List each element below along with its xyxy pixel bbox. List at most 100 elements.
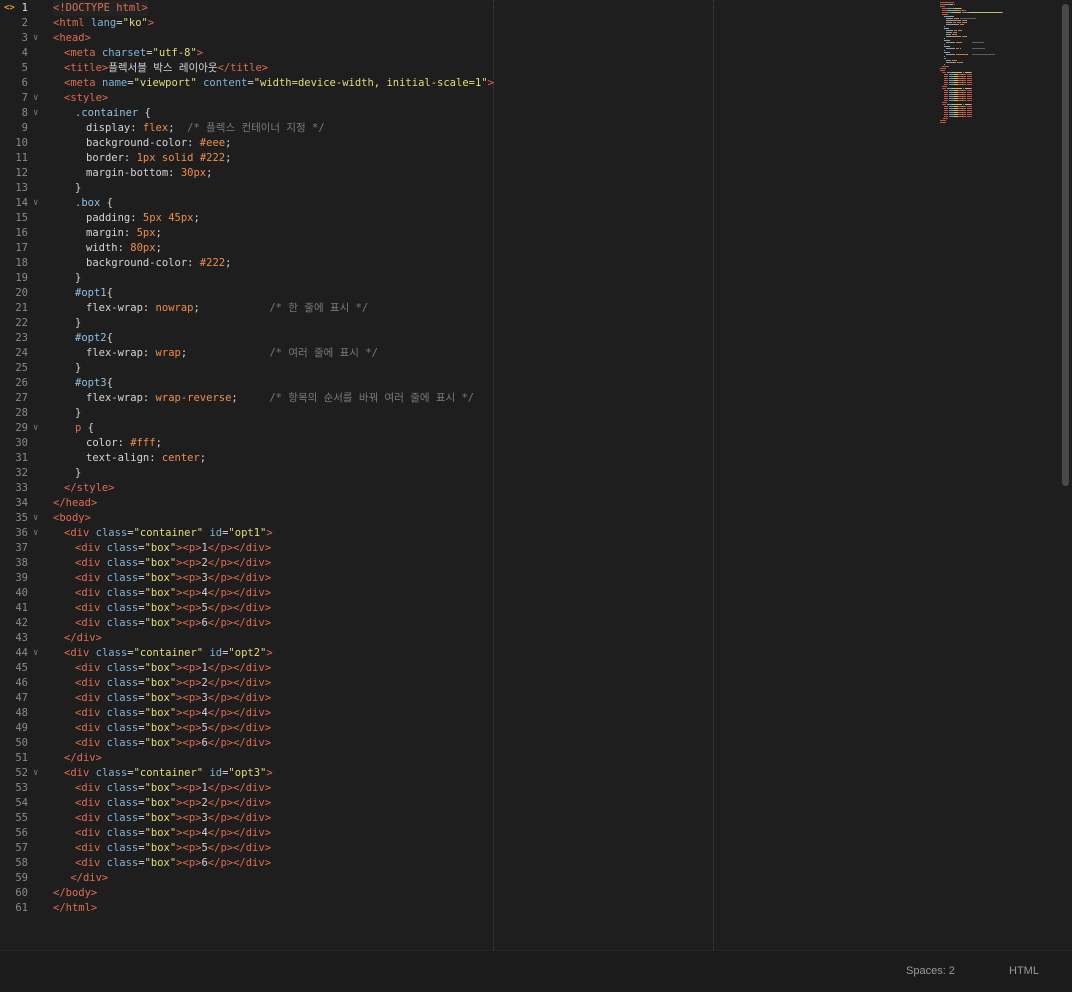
- code-line[interactable]: }: [53, 181, 81, 196]
- code-line[interactable]: <div class="box"><p>4</p></div>: [53, 586, 271, 601]
- code-line[interactable]: <div class="box"><p>3</p></div>: [53, 571, 271, 586]
- code-line[interactable]: </div>: [53, 751, 102, 766]
- code-line[interactable]: <div class="container" id="opt2">: [53, 646, 273, 661]
- code-token: </html>: [53, 902, 98, 914]
- fold-chevron-icon[interactable]: ∨: [33, 421, 38, 436]
- code-line[interactable]: </body>: [53, 886, 97, 901]
- code-token: #opt1: [75, 287, 107, 299]
- code-line[interactable]: flex-wrap: wrap-reverse; /* 항목의 순서를 바꿔 여…: [53, 391, 474, 406]
- code-line[interactable]: </html>: [53, 901, 97, 916]
- code-line[interactable]: padding: 5px 45px;: [53, 211, 200, 226]
- code-line[interactable]: <div class="box"><p>2</p></div>: [53, 676, 271, 691]
- code-token: <div: [75, 572, 101, 584]
- code-line[interactable]: <div class="box"><p>1</p></div>: [53, 541, 271, 556]
- code-line[interactable]: <div class="box"><p>4</p></div>: [53, 826, 271, 841]
- code-line[interactable]: }: [53, 466, 81, 481]
- code-line[interactable]: <div class="box"><p>1</p></div>: [53, 781, 271, 796]
- indentation-status[interactable]: Spaces: 2: [906, 965, 955, 977]
- fold-chevron-icon[interactable]: ∨: [33, 106, 38, 121]
- code-line[interactable]: <div class="box"><p>3</p></div>: [53, 811, 271, 826]
- line-number: 13: [0, 181, 48, 196]
- fold-chevron-icon[interactable]: ∨: [33, 526, 38, 541]
- code-line[interactable]: width: 80px;: [53, 241, 162, 256]
- fold-chevron-icon[interactable]: ∨: [33, 766, 38, 781]
- code-line[interactable]: <div class="box"><p>4</p></div>: [53, 706, 271, 721]
- code-token: class: [106, 812, 139, 824]
- fold-chevron-icon[interactable]: ∨: [33, 196, 38, 211]
- code-token: "box": [144, 587, 177, 599]
- line-number: 3 ∨: [0, 31, 48, 46]
- code-line[interactable]: border: 1px solid #222;: [53, 151, 231, 166]
- code-line[interactable]: <div class="box"><p>1</p></div>: [53, 661, 271, 676]
- code-token: class: [106, 707, 139, 719]
- code-line[interactable]: }: [53, 316, 81, 331]
- code-line[interactable]: </div>: [53, 871, 108, 886]
- fold-chevron-icon[interactable]: ∨: [33, 31, 38, 46]
- language-mode-status[interactable]: HTML: [1009, 965, 1039, 977]
- fold-chevron-icon[interactable]: ∨: [33, 511, 38, 526]
- code-line[interactable]: <div class="box"><p>6</p></div>: [53, 616, 271, 631]
- code-line[interactable]: }: [53, 271, 81, 286]
- code-line[interactable]: <meta name="viewport" content="width=dev…: [53, 76, 494, 91]
- code-line[interactable]: <!DOCTYPE html>: [53, 1, 148, 16]
- code-line[interactable]: .box {: [53, 196, 113, 211]
- code-line[interactable]: }: [53, 406, 81, 421]
- code-line[interactable]: background-color: #222;: [53, 256, 231, 271]
- code-line[interactable]: display: flex; /* 플렉스 컨테이너 지정 */: [53, 121, 325, 136]
- code-line[interactable]: #opt1{: [53, 286, 113, 301]
- code-line[interactable]: <title>플렉서블 박스 레이아웃</title>: [53, 61, 268, 76]
- code-line[interactable]: <head>: [53, 31, 91, 46]
- code-line[interactable]: flex-wrap: nowrap; /* 한 줄에 표시 */: [53, 301, 368, 316]
- code-line[interactable]: margin: 5px;: [53, 226, 162, 241]
- status-bar: Spaces: 2 HTML: [0, 950, 1072, 992]
- code-line[interactable]: .container {: [53, 106, 151, 121]
- line-number-text: 27: [15, 392, 28, 404]
- code-line[interactable]: <body>: [53, 511, 91, 526]
- code-token: display:: [86, 122, 143, 134]
- code-line[interactable]: #opt2{: [53, 331, 113, 346]
- line-number: 2: [0, 16, 48, 31]
- line-number-text: 38: [15, 557, 28, 569]
- minimap-stroke: [966, 100, 972, 101]
- scrollbar-thumb[interactable]: [1062, 4, 1069, 486]
- code-editor[interactable]: <> 1 2 3 ∨ 4 5 6 7 ∨ 8 ∨ 9 10 11 12 13 14 ∨ 15 16 17 18 19 20 21 2…: [0, 0, 1060, 950]
- fold-chevron-icon[interactable]: ∨: [33, 646, 38, 661]
- fold-chevron-icon[interactable]: ∨: [33, 91, 38, 106]
- code-line[interactable]: <div class="box"><p>5</p></div>: [53, 721, 271, 736]
- minimap-stroke: [966, 98, 972, 99]
- minimap[interactable]: [940, 0, 1004, 125]
- code-line[interactable]: </style>: [53, 481, 115, 496]
- minimap-stroke: [944, 38, 945, 39]
- minimap-stroke: [948, 40, 950, 41]
- code-line[interactable]: <div class="box"><p>2</p></div>: [53, 796, 271, 811]
- code-line[interactable]: <div class="box"><p>3</p></div>: [53, 691, 271, 706]
- code-token: ;: [180, 347, 270, 359]
- code-line[interactable]: </div>: [53, 631, 102, 646]
- code-token: class: [106, 542, 139, 554]
- code-line[interactable]: <div class="box"><p>5</p></div>: [53, 601, 271, 616]
- code-line[interactable]: margin-bottom: 30px;: [53, 166, 212, 181]
- code-line[interactable]: <div class="container" id="opt3">: [53, 766, 273, 781]
- minimap-stroke: [944, 96, 948, 97]
- code-line[interactable]: p {: [53, 421, 94, 436]
- minimap-stroke: [962, 62, 964, 63]
- minimap-stroke: [966, 116, 972, 117]
- code-line[interactable]: #opt3{: [53, 376, 113, 391]
- code-line[interactable]: background-color: #eee;: [53, 136, 231, 151]
- code-line[interactable]: <div class="box"><p>6</p></div>: [53, 856, 271, 871]
- minimap-stroke: [942, 72, 946, 73]
- code-line[interactable]: <style>: [53, 91, 108, 106]
- code-line[interactable]: color: #fff;: [53, 436, 162, 451]
- code-token: class: [106, 692, 139, 704]
- code-line[interactable]: text-align: center;: [53, 451, 206, 466]
- minimap-stroke: [956, 22, 962, 23]
- code-line[interactable]: <div class="container" id="opt1">: [53, 526, 273, 541]
- code-line[interactable]: <div class="box"><p>5</p></div>: [53, 841, 271, 856]
- code-line[interactable]: <div class="box"><p>6</p></div>: [53, 736, 271, 751]
- code-line[interactable]: </head>: [53, 496, 97, 511]
- code-line[interactable]: }: [53, 361, 81, 376]
- code-line[interactable]: <meta charset="utf-8">: [53, 46, 203, 61]
- code-line[interactable]: <div class="box"><p>2</p></div>: [53, 556, 271, 571]
- code-line[interactable]: <html lang="ko">: [53, 16, 154, 31]
- code-line[interactable]: flex-wrap: wrap; /* 여러 줄에 표시 */: [53, 346, 378, 361]
